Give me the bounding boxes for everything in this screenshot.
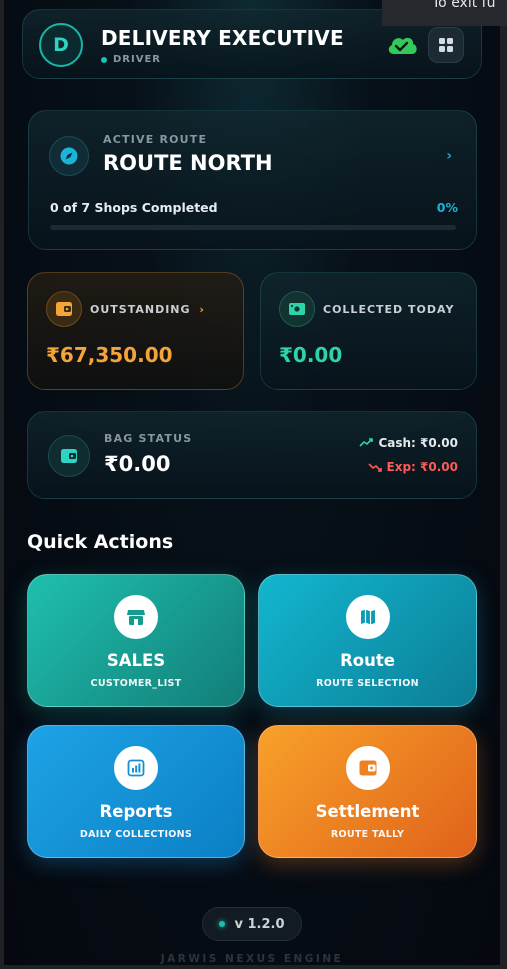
version-text: v 1.2.0	[234, 916, 285, 932]
route-name: ROUTE NORTH	[103, 151, 273, 175]
bag-label: BAG STATUS	[104, 432, 193, 445]
quick-actions-title: Quick Actions	[27, 531, 174, 553]
reports-subtitle: DAILY COLLECTIONS	[79, 829, 193, 840]
chevron-right-icon: ›	[199, 303, 205, 316]
active-route-card[interactable]: ACTIVE ROUTE ROUTE NORTH › 0 of 7 Shops …	[28, 110, 477, 250]
compass-icon	[49, 136, 89, 176]
version-badge: v 1.2.0	[202, 907, 302, 941]
reports-title: Reports	[99, 802, 173, 821]
store-icon	[114, 595, 158, 639]
reports-button[interactable]: Reports DAILY COLLECTIONS	[27, 725, 245, 858]
collected-value: ₹0.00	[279, 343, 343, 367]
collected-today-card: COLLECTED TODAY ₹0.00	[260, 272, 477, 390]
page-title: DELIVERY EXECUTIVE	[101, 26, 344, 50]
sales-button[interactable]: SALES CUSTOMER_LIST	[27, 574, 245, 707]
chart-icon	[114, 746, 158, 790]
wallet-icon	[46, 291, 82, 327]
cloud-sync-icon[interactable]	[385, 32, 419, 58]
trend-down-icon	[367, 463, 382, 472]
grid-menu-button[interactable]	[428, 27, 464, 63]
map-icon	[345, 595, 390, 639]
outstanding-label: OUTSTANDING ›	[90, 303, 205, 316]
progress-percent: 0%	[436, 200, 458, 215]
sales-title: SALES	[106, 651, 166, 670]
wallet-icon	[345, 746, 390, 790]
route-title: Route	[340, 651, 395, 670]
route-button[interactable]: Route ROUTE SELECTION	[258, 574, 477, 707]
footer-brand: JARWIS NEXUS ENGINE	[160, 953, 344, 965]
sales-subtitle: CUSTOMER_LIST	[90, 678, 182, 689]
outstanding-value: ₹67,350.00	[46, 343, 173, 367]
progress-bar	[50, 225, 456, 230]
settlement-title: Settlement	[315, 802, 420, 821]
route-subtitle: ROUTE SELECTION	[316, 678, 419, 689]
bag-status-card: BAG STATUS ₹0.00 Cash: ₹0.00 Exp: ₹0.00	[27, 411, 477, 499]
role-label: DRIVER	[113, 54, 161, 65]
cash-icon	[279, 291, 315, 327]
fullscreen-toast: To exit fu	[382, 0, 507, 26]
avatar[interactable]: D	[39, 23, 83, 67]
status-dot	[219, 921, 226, 927]
chevron-right-icon[interactable]: ›	[446, 148, 452, 164]
settlement-subtitle: ROUTE TALLY	[330, 829, 405, 840]
progress-text: 0 of 7 Shops Completed	[50, 200, 218, 215]
outstanding-card[interactable]: OUTSTANDING › ₹67,350.00	[27, 272, 244, 390]
bag-expense: Exp: ₹0.00	[367, 460, 458, 474]
role-badge: DRIVER	[101, 54, 161, 65]
app-frame: D DELIVERY EXECUTIVE DRIVER ACTIVE ROUTE…	[4, 0, 500, 965]
bag-value: ₹0.00	[104, 452, 171, 476]
status-dot	[101, 56, 107, 63]
route-label: ACTIVE ROUTE	[103, 133, 208, 146]
settlement-button[interactable]: Settlement ROUTE TALLY	[258, 725, 477, 858]
bag-cash: Cash: ₹0.00	[359, 436, 458, 450]
grid-icon	[439, 38, 453, 52]
bag-wallet-icon	[48, 435, 90, 477]
collected-label: COLLECTED TODAY	[323, 303, 455, 316]
trend-up-icon	[359, 438, 374, 447]
